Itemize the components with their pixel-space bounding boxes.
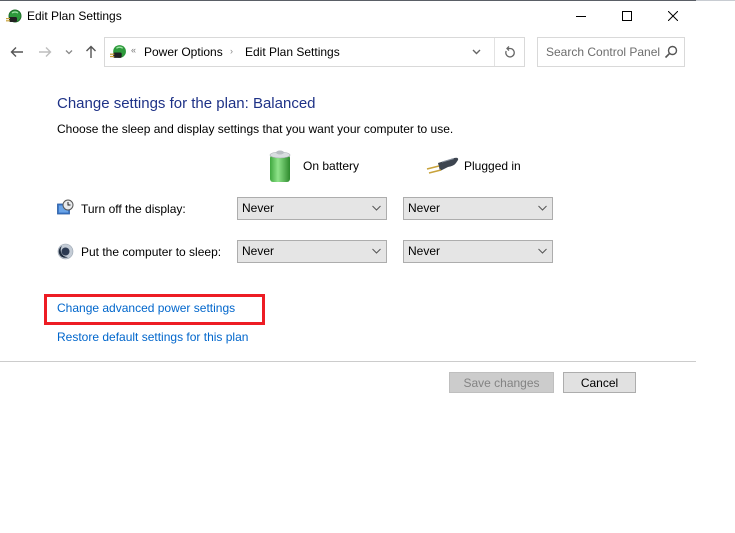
cancel-button[interactable]: Cancel: [563, 372, 636, 393]
power-options-icon: [110, 45, 126, 58]
sleep-moon-icon: [57, 243, 74, 260]
change-advanced-power-settings-link[interactable]: Change advanced power settings: [57, 301, 235, 315]
power-options-icon: [6, 9, 22, 23]
recent-locations-button[interactable]: [63, 42, 75, 62]
breadcrumb-edit-plan-settings[interactable]: Edit Plan Settings: [245, 45, 340, 59]
sleep-plugged-in-value: Never: [408, 244, 441, 258]
chevron-down-icon: [538, 205, 547, 211]
address-history-button[interactable]: [463, 38, 489, 66]
chevron-down-icon: [472, 49, 480, 55]
maximize-icon: [622, 11, 632, 21]
close-button[interactable]: [650, 1, 696, 31]
search-box[interactable]: [537, 37, 685, 67]
close-icon: [668, 11, 678, 21]
page-description: Choose the sleep and display settings th…: [57, 122, 454, 136]
turn-off-display-label: Turn off the display:: [81, 202, 186, 216]
restore-default-settings-link[interactable]: Restore default settings for this plan: [57, 330, 248, 344]
maximize-button[interactable]: [604, 1, 650, 31]
address-bar[interactable]: « Power Options › Edit Plan Settings: [104, 37, 525, 67]
column-header-plugged-in: Plugged in: [464, 159, 521, 173]
minimize-icon: [576, 16, 586, 17]
search-icon[interactable]: [664, 45, 678, 59]
search-input[interactable]: [538, 38, 662, 66]
power-plug-icon: [426, 157, 459, 174]
display-on-battery-select[interactable]: Never: [237, 197, 387, 220]
display-plugged-in-select[interactable]: Never: [403, 197, 553, 220]
sleep-on-battery-select[interactable]: Never: [237, 240, 387, 263]
chevron-down-icon: [372, 205, 381, 211]
up-button[interactable]: [82, 42, 100, 62]
breadcrumb-separator[interactable]: ›: [230, 46, 233, 56]
breadcrumb-power-options[interactable]: Power Options: [144, 45, 223, 59]
page-title: Change settings for the plan: Balanced: [57, 95, 316, 112]
display-timer-icon: [57, 199, 74, 215]
display-plugged-in-value: Never: [408, 201, 441, 215]
arrow-up-icon: [86, 45, 96, 58]
arrow-right-icon: [39, 47, 52, 57]
sleep-on-battery-value: Never: [242, 244, 275, 258]
chevron-down-icon: [372, 248, 381, 254]
window-top-border-extension: [696, 0, 735, 1]
chevron-down-icon: [65, 50, 73, 55]
sleep-label: Put the computer to sleep:: [81, 245, 222, 259]
refresh-icon: [505, 45, 515, 58]
battery-icon: [269, 150, 291, 182]
window-title: Edit Plan Settings: [27, 9, 122, 23]
column-header-on-battery: On battery: [303, 159, 360, 173]
title-bar: Edit Plan Settings: [0, 1, 696, 31]
breadcrumb-overflow[interactable]: «: [131, 45, 136, 55]
sleep-plugged-in-select[interactable]: Never: [403, 240, 553, 263]
save-changes-button[interactable]: Save changes: [449, 372, 554, 393]
arrow-left-icon: [10, 47, 23, 57]
display-on-battery-value: Never: [242, 201, 275, 215]
minimize-button[interactable]: [558, 1, 604, 31]
forward-button[interactable]: [36, 42, 54, 62]
footer-divider: [0, 361, 696, 362]
refresh-button[interactable]: [495, 38, 525, 66]
chevron-down-icon: [538, 248, 547, 254]
back-button[interactable]: [8, 42, 26, 62]
